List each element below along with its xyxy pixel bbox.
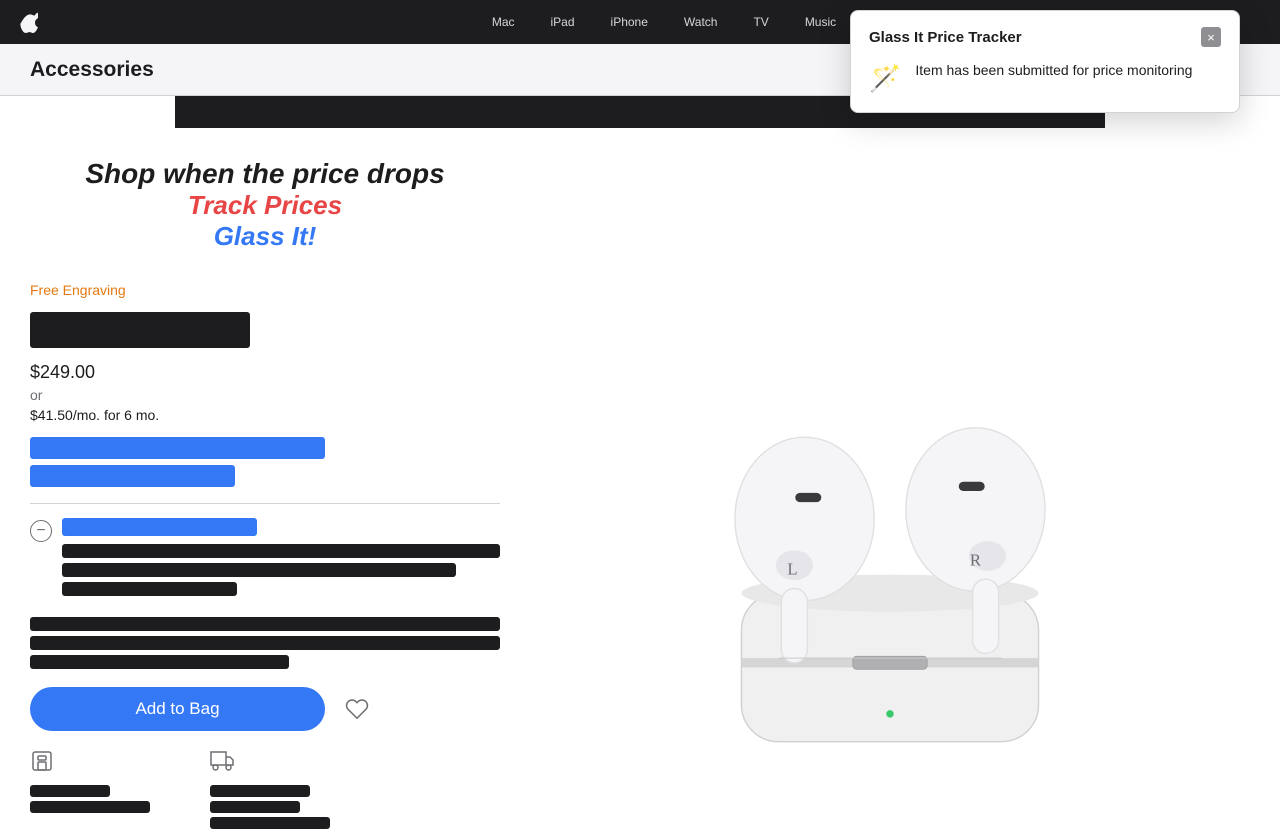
- collapsible-text-2: [62, 563, 456, 577]
- airpods-pro-image: L R: [630, 231, 1150, 751]
- bottom-icons: [30, 749, 500, 833]
- shipping-text-3: [210, 817, 330, 829]
- collapsible-text-1: [62, 544, 500, 558]
- add-to-bag-button[interactable]: Add to Bag: [30, 687, 325, 731]
- nav-item-mac[interactable]: Mac: [474, 15, 533, 29]
- product-price: $249.00: [30, 362, 500, 383]
- collapsible-text-3: [62, 582, 237, 596]
- popup-body: 🪄 Item has been submitted for price moni…: [869, 61, 1221, 94]
- info-bar-1: [30, 617, 500, 631]
- nav-item-watch[interactable]: Watch: [666, 15, 736, 29]
- nav-item-ipad[interactable]: iPad: [533, 15, 593, 29]
- glass-it-popup: Glass It Price Tracker × 🪄 Item has been…: [850, 10, 1240, 113]
- popup-title: Glass It Price Tracker: [869, 29, 1022, 46]
- main-content: Shop when the price drops Track Prices G…: [0, 128, 1280, 833]
- pickup-text-1: [30, 785, 110, 797]
- pickup-text-2: [30, 801, 150, 813]
- info-bar-2: [30, 636, 500, 650]
- shipping-icon-item: [210, 749, 330, 833]
- svg-text:R: R: [970, 550, 982, 569]
- collapsible-title-bar: [62, 518, 257, 536]
- section-title: Accessories: [30, 58, 154, 82]
- info-bar-3: [30, 655, 289, 669]
- wishlist-button[interactable]: [339, 691, 375, 727]
- free-engraving-link[interactable]: Free Engraving: [30, 282, 500, 298]
- option-bars: [30, 437, 500, 487]
- promo-glass-it: Glass It!: [30, 221, 500, 252]
- promo-section: Shop when the price drops Track Prices G…: [30, 148, 500, 262]
- info-section: [30, 617, 500, 669]
- nav-item-tv[interactable]: TV: [735, 15, 786, 29]
- pickup-icon-item: [30, 749, 150, 833]
- right-panel: L R: [530, 148, 1250, 833]
- shipping-text-1: [210, 785, 310, 797]
- svg-text:L: L: [787, 559, 797, 578]
- genie-icon: 🪄: [869, 63, 901, 94]
- popup-header: Glass It Price Tracker ×: [869, 27, 1221, 47]
- shipping-icon: [210, 749, 234, 779]
- option-bar-2[interactable]: [30, 465, 235, 487]
- nav-item-music[interactable]: Music: [787, 15, 854, 29]
- popup-close-button[interactable]: ×: [1201, 27, 1221, 47]
- price-monthly: $41.50/mo. for 6 mo.: [30, 407, 500, 423]
- product-image: L R: [610, 211, 1170, 771]
- product-name-bar: [30, 312, 250, 348]
- shipping-text-2: [210, 801, 300, 813]
- collapsible-content: [62, 518, 500, 601]
- store-icon: [30, 749, 54, 779]
- apple-logo-icon[interactable]: [20, 11, 38, 33]
- collapsible-section: −: [30, 518, 500, 601]
- divider: [30, 503, 500, 504]
- popup-message: Item has been submitted for price monito…: [915, 61, 1192, 81]
- left-panel: Shop when the price drops Track Prices G…: [30, 148, 530, 833]
- promo-track-prices: Track Prices: [30, 190, 500, 221]
- price-or-label: or: [30, 387, 500, 403]
- option-bar-1[interactable]: [30, 437, 325, 459]
- add-to-bag-section: Add to Bag: [30, 687, 500, 731]
- nav-item-iphone[interactable]: iPhone: [593, 15, 666, 29]
- promo-headline: Shop when the price drops: [30, 158, 500, 190]
- collapse-toggle[interactable]: −: [30, 520, 52, 542]
